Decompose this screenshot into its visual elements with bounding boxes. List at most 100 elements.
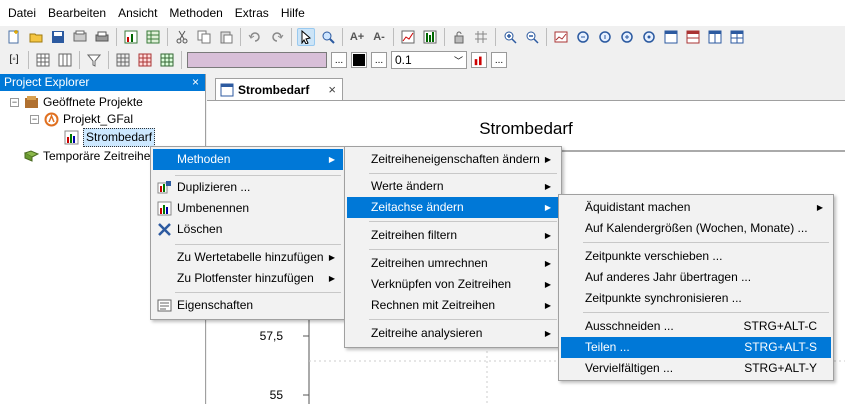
tree-node-series[interactable]: Strombedarf <box>64 128 156 147</box>
menu-item-vervielfaeltigen[interactable]: Vervielfältigen ... STRG+ALT-Y <box>561 358 831 379</box>
zoom-x-icon[interactable] <box>574 28 592 46</box>
line-color-more-button[interactable]: ... <box>331 52 347 68</box>
layout-2-icon[interactable] <box>684 28 702 46</box>
zoom-select-icon[interactable] <box>319 28 337 46</box>
menu-item-kalendergroessen[interactable]: Auf Kalendergrößen (Wochen, Monate) ... <box>561 218 831 239</box>
zoom-out-icon[interactable] <box>523 28 541 46</box>
font-increase-icon[interactable]: A+ <box>348 28 366 46</box>
menu-item-zeitreiheneigenschaften[interactable]: Zeitreiheneigenschaften ändern ▶ <box>347 149 559 170</box>
menu-item-umbenennen[interactable]: Umbenennen <box>153 198 343 219</box>
menu-item-verknuepfen[interactable]: Verknüpfen von Zeitreihen ▶ <box>347 274 559 295</box>
collapse-icon[interactable]: − <box>30 115 39 124</box>
toolbar-separator <box>240 28 241 46</box>
open-folder-icon[interactable] <box>27 28 45 46</box>
submenu-arrow-icon: ▶ <box>544 301 551 310</box>
menu-ansicht[interactable]: Ansicht <box>112 0 163 26</box>
chart-tab-icon <box>220 83 234 96</box>
fill-color-button[interactable] <box>351 52 367 68</box>
table-view-icon[interactable] <box>114 51 132 69</box>
menu-item-synchronisieren[interactable]: Zeitpunkte synchronisieren ... <box>561 288 831 309</box>
zoom-xy-icon[interactable] <box>618 28 636 46</box>
grid-table-icon[interactable] <box>34 51 52 69</box>
menu-extras[interactable]: Extras <box>229 0 275 26</box>
zoom-y-icon[interactable] <box>596 28 614 46</box>
menu-item-label: Zeitreihe analysieren <box>371 326 483 340</box>
zoom-reset-icon[interactable] <box>640 28 658 46</box>
menu-datei[interactable]: Datei <box>2 0 42 26</box>
layout-3-icon[interactable] <box>706 28 724 46</box>
paste-icon[interactable] <box>217 28 235 46</box>
pointer-icon[interactable] <box>297 28 315 46</box>
tree-node-project[interactable]: − Projekt_GFal <box>30 111 133 128</box>
columns-icon[interactable] <box>56 51 74 69</box>
lock-icon[interactable] <box>450 28 468 46</box>
menu-item-werte-aendern[interactable]: Werte ändern ▶ <box>347 176 559 197</box>
tree-node-open-projects[interactable]: − Geöffnete Projekte <box>10 94 143 111</box>
close-icon[interactable]: × <box>192 74 199 91</box>
redo-icon[interactable] <box>268 28 286 46</box>
menu-item-duplizieren[interactable]: Duplizieren ... <box>153 177 343 198</box>
menu-item-zeitreihen-umrechnen[interactable]: Zeitreihen umrechnen ▶ <box>347 253 559 274</box>
format-toolbar: [◦] ... ... 0.1 ﹀ ... <box>0 49 845 71</box>
menu-item-plotfenster[interactable]: Zu Plotfenster hinzufügen ▶ <box>153 268 343 289</box>
tab-strombedarf[interactable]: Strombedarf × <box>215 78 343 100</box>
menu-item-ausschneiden[interactable]: Ausschneiden ... STRG+ALT-C <box>561 316 831 337</box>
new-file-icon[interactable] <box>5 28 23 46</box>
print-preview-icon[interactable] <box>71 28 89 46</box>
toolbar-separator <box>444 28 445 46</box>
menu-item-label: Teilen ... <box>585 340 630 354</box>
grid-icon[interactable] <box>472 28 490 46</box>
chart-add-icon[interactable] <box>122 28 140 46</box>
chart-view-icon[interactable] <box>552 28 570 46</box>
copy-icon[interactable] <box>195 28 213 46</box>
line-chart-icon[interactable] <box>399 28 417 46</box>
menu-item-loeschen[interactable]: Löschen <box>153 219 343 240</box>
menu-item-rechnen[interactable]: Rechnen mit Zeitreihen ▶ <box>347 295 559 316</box>
menu-item-verschieben[interactable]: Zeitpunkte verschieben ... <box>561 246 831 267</box>
frame-icon[interactable]: [◦] <box>5 51 23 69</box>
menu-item-methoden[interactable]: Methoden ▶ <box>153 149 343 170</box>
methoden-submenu: Zeitreiheneigenschaften ändern ▶ Werte ä… <box>344 146 562 348</box>
menu-item-analysieren[interactable]: Zeitreihe analysieren ▶ <box>347 323 559 344</box>
table-add-icon[interactable] <box>144 28 162 46</box>
collapse-icon[interactable]: − <box>10 98 19 107</box>
cut-icon[interactable] <box>173 28 191 46</box>
font-decrease-icon[interactable]: A- <box>370 28 388 46</box>
tree-node-temporary[interactable]: Temporäre Zeitreihen <box>24 148 157 165</box>
submenu-arrow-icon: ▶ <box>328 253 335 262</box>
explorer-title-bar: Project Explorer × <box>0 74 205 91</box>
style-chart-icon[interactable] <box>471 52 487 68</box>
style-more-button[interactable]: ... <box>491 52 507 68</box>
layout-1-icon[interactable] <box>662 28 680 46</box>
line-width-select[interactable]: 0.1 ﹀ <box>391 51 467 69</box>
table-color-icon[interactable] <box>136 51 154 69</box>
menu-item-anderes-jahr[interactable]: Auf anderes Jahr übertragen ... <box>561 267 831 288</box>
close-icon[interactable]: × <box>328 82 336 97</box>
menu-bearbeiten[interactable]: Bearbeiten <box>42 0 112 26</box>
menu-item-aequidistant[interactable]: Äquidistant machen ▶ <box>561 197 831 218</box>
undo-icon[interactable] <box>246 28 264 46</box>
bar-chart-icon[interactable] <box>421 28 439 46</box>
menu-methoden[interactable]: Methoden <box>163 0 228 26</box>
menu-item-zeitreihen-filtern[interactable]: Zeitreihen filtern ▶ <box>347 225 559 246</box>
zeitachse-submenu: Äquidistant machen ▶ Auf Kalendergrößen … <box>558 194 834 381</box>
fill-color-more-button[interactable]: ... <box>371 52 387 68</box>
zoom-in-icon[interactable] <box>501 28 519 46</box>
menu-item-eigenschaften[interactable]: Eigenschaften <box>153 295 343 316</box>
menu-hilfe[interactable]: Hilfe <box>275 0 311 26</box>
filter-icon[interactable] <box>85 51 103 69</box>
menu-item-label: Zeitpunkte synchronisieren ... <box>585 291 742 305</box>
layout-4-icon[interactable] <box>728 28 746 46</box>
tree-label: Temporäre Zeitreihen <box>43 149 158 163</box>
table-plot-icon[interactable] <box>158 51 176 69</box>
menu-item-label: Auf anderes Jahr übertragen ... <box>585 270 752 284</box>
chart-bars-icon <box>64 130 79 145</box>
menu-item-teilen[interactable]: Teilen ... STRG+ALT-S <box>561 337 831 358</box>
delete-icon <box>158 223 171 236</box>
line-color-swatch[interactable] <box>187 52 327 68</box>
menu-item-label: Duplizieren ... <box>177 180 251 194</box>
menu-item-zeitachse-aendern[interactable]: Zeitachse ändern ▶ <box>347 197 559 218</box>
save-icon[interactable] <box>49 28 67 46</box>
menu-item-wertetabelle[interactable]: Zu Wertetabelle hinzufügen ▶ <box>153 247 343 268</box>
print-icon[interactable] <box>93 28 111 46</box>
